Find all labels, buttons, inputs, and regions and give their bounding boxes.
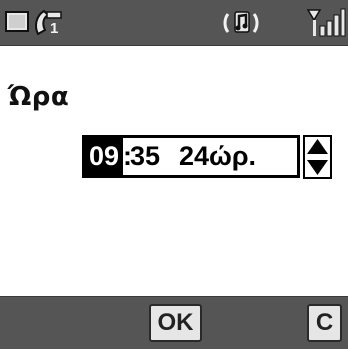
arrow-up-icon[interactable] [307,139,328,154]
line-1-icon [35,9,62,36]
clock-format[interactable]: 24ώρ. [179,138,256,175]
arrow-down-icon[interactable] [307,160,328,175]
up-down-spinner[interactable] [303,135,332,179]
message-icon [5,11,29,32]
status-bar: 1 [0,0,348,46]
ok-button[interactable]: OK [149,304,202,342]
minutes-segment[interactable]: 35 [130,138,160,175]
ringer-icon [223,11,259,33]
clear-button[interactable]: C [307,304,342,342]
phone-screen: 1 Ώρα 09 : 35 24ώρ. OK C [0,0,348,349]
softkey-bar: OK C [0,296,348,349]
hour-segment[interactable]: 09 [85,138,123,175]
signal-strength-icon [306,8,346,37]
page-title: Ώρα [8,82,70,112]
line-number: 1 [50,20,59,37]
time-input-field[interactable]: 09 : 35 24ώρ. [82,135,300,178]
